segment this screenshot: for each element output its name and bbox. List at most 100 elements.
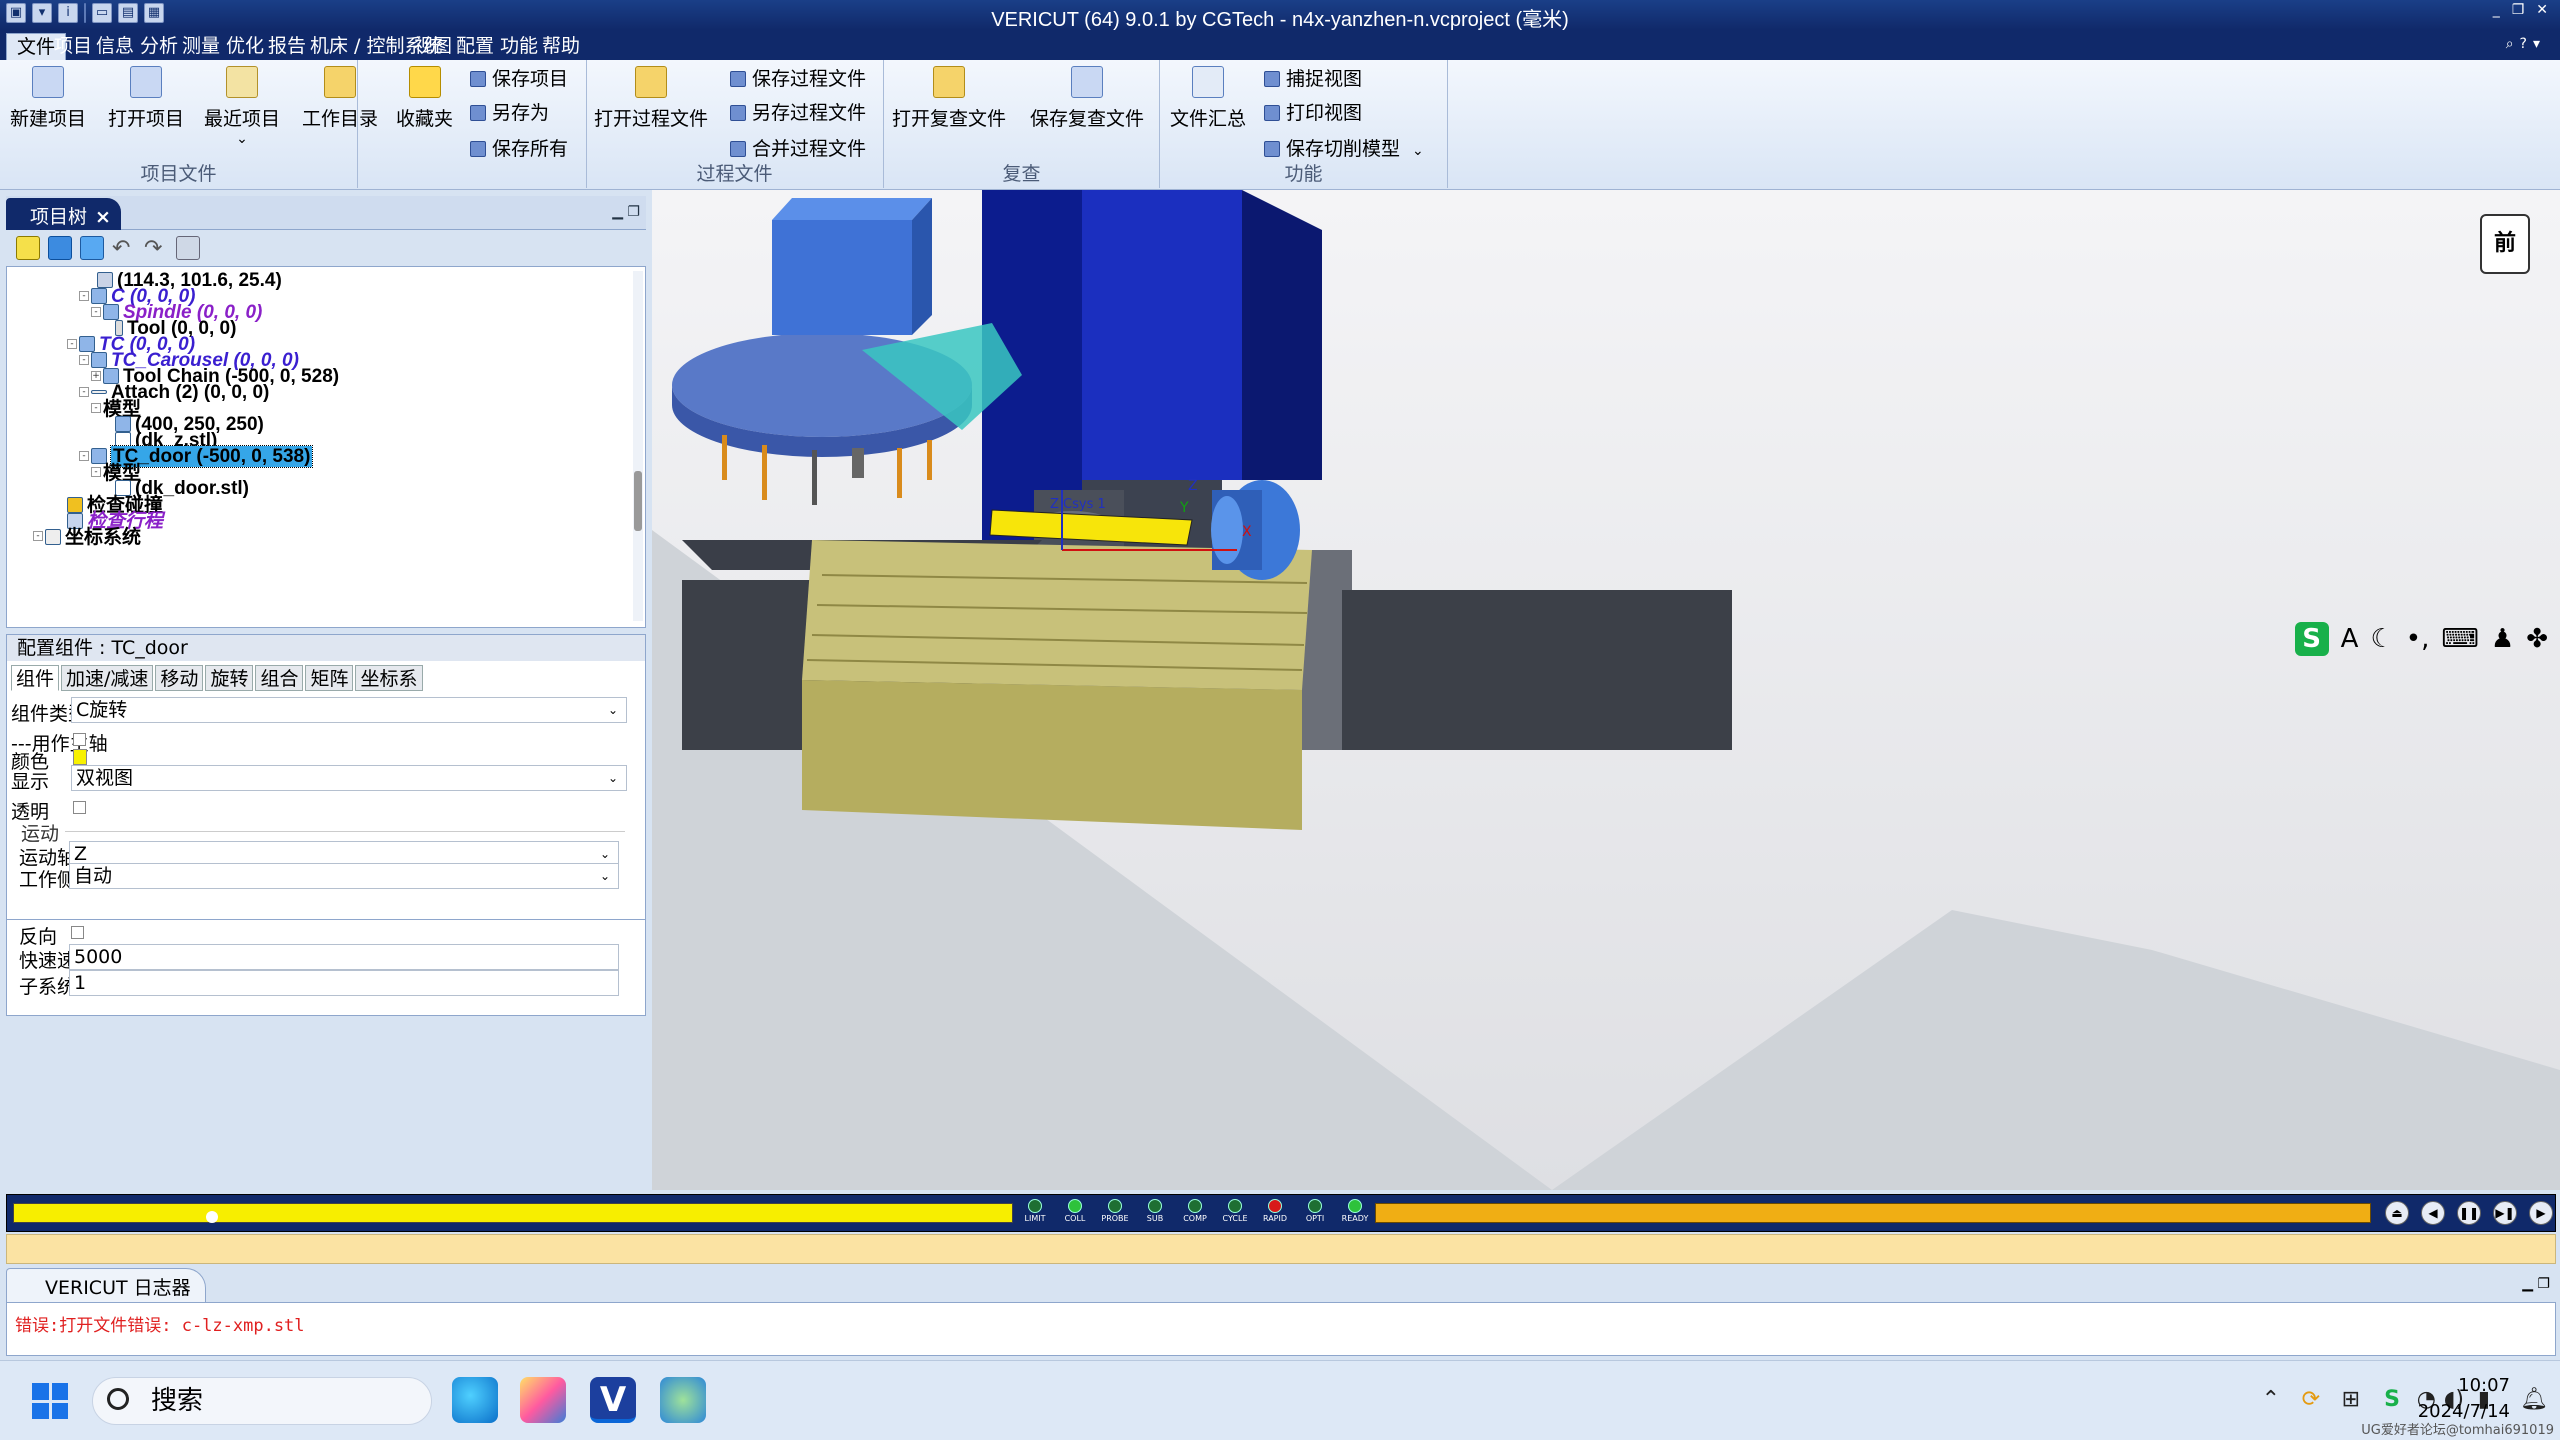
browser-icon[interactable] bbox=[660, 1377, 706, 1423]
undo-icon[interactable]: ↶ bbox=[112, 236, 136, 261]
sync-icon[interactable]: ⟳ bbox=[2302, 1387, 2320, 1412]
redo-icon[interactable]: ↷ bbox=[144, 236, 168, 261]
user-icon[interactable]: ♟ bbox=[2491, 624, 2514, 654]
scrollbar-thumb[interactable] bbox=[634, 471, 642, 531]
file-summary-button[interactable]: 文件汇总 bbox=[1170, 66, 1246, 131]
chevron-up-icon[interactable]: ⌃ bbox=[2262, 1387, 2280, 1412]
save-project-button[interactable]: 保存项目 bbox=[470, 64, 568, 91]
properties-icon[interactable] bbox=[176, 236, 200, 260]
collapse-icon[interactable]: - bbox=[91, 403, 101, 413]
reset-icon[interactable]: ⏏ bbox=[2385, 1201, 2409, 1225]
pause-icon[interactable]: ❚❚ bbox=[2457, 1201, 2481, 1225]
punctuation-icon[interactable]: •, bbox=[2406, 624, 2430, 654]
pencil-icon[interactable] bbox=[16, 236, 40, 260]
collapse-icon[interactable]: - bbox=[91, 467, 101, 477]
log-controls[interactable]: ▁ ❐ bbox=[2522, 1276, 2550, 1292]
restore-icon[interactable]: ❐ bbox=[2512, 2, 2525, 18]
collapse-icon[interactable]: - bbox=[67, 339, 77, 349]
minimize-icon[interactable]: _ bbox=[2493, 2, 2500, 18]
collapse-icon[interactable]: - bbox=[79, 291, 89, 301]
recent-project-button[interactable]: 最近项目 ⌄ bbox=[204, 66, 280, 147]
tree-scrollbar[interactable] bbox=[633, 271, 643, 621]
transparent-checkbox[interactable] bbox=[73, 801, 86, 814]
grid-icon[interactable]: ✤ bbox=[2526, 624, 2548, 654]
favorites-button[interactable]: 收藏夹 bbox=[396, 66, 453, 131]
open-project-button[interactable]: 打开项目 bbox=[108, 66, 184, 131]
vericut-app-icon[interactable]: V bbox=[590, 1377, 636, 1423]
led-icon bbox=[1308, 1199, 1322, 1213]
collapse-icon[interactable]: - bbox=[79, 355, 89, 365]
list-icon[interactable] bbox=[48, 236, 72, 260]
tab-rotate[interactable]: 旋转 bbox=[205, 665, 254, 691]
tab-combine[interactable]: 组合 bbox=[255, 665, 304, 691]
moon-icon[interactable]: ☾ bbox=[2370, 624, 2393, 654]
new-project-button[interactable]: 新建项目 bbox=[10, 66, 86, 131]
close-icon[interactable]: × bbox=[95, 206, 111, 228]
save-all-button[interactable]: 保存所有 bbox=[470, 134, 568, 161]
photos-icon[interactable] bbox=[520, 1377, 566, 1423]
edge-browser-icon[interactable] bbox=[452, 1377, 498, 1423]
sogou-tray-icon[interactable]: S bbox=[2384, 1387, 2400, 1412]
open-review-button[interactable]: 打开复查文件 bbox=[892, 66, 1006, 131]
notification-icon[interactable]: 🔔︎ bbox=[2520, 1387, 2548, 1412]
save-review-button[interactable]: 保存复查文件 bbox=[1030, 66, 1144, 131]
open-process-button[interactable]: 打开过程文件 bbox=[594, 66, 708, 131]
simulation-progress[interactable] bbox=[13, 1203, 1013, 1223]
tab-project-tree[interactable]: 项目树 × bbox=[6, 198, 121, 230]
progress-thumb[interactable] bbox=[206, 1211, 218, 1223]
component-type-select[interactable]: C旋转 ⌄ bbox=[71, 697, 627, 723]
led-label: READY bbox=[1341, 1214, 1369, 1223]
close-icon[interactable]: ✕ bbox=[2536, 2, 2548, 18]
tab-csys[interactable]: 坐标系 bbox=[355, 665, 423, 691]
print-view-button[interactable]: 打印视图 bbox=[1264, 98, 1362, 125]
tc-box-side bbox=[912, 198, 932, 335]
tab-component[interactable]: 组件 bbox=[11, 665, 60, 691]
keyboard-icon[interactable]: ⌨ bbox=[2441, 624, 2479, 654]
menu-help[interactable]: 帮助 bbox=[532, 33, 590, 60]
windows-start-icon[interactable] bbox=[32, 1383, 68, 1419]
collapse-icon[interactable]: - bbox=[79, 451, 89, 461]
save-process-as-button[interactable]: 另存过程文件 bbox=[730, 98, 866, 125]
reverse-checkbox[interactable] bbox=[71, 926, 84, 939]
capture-view-button[interactable]: 捕捉视图 bbox=[1264, 64, 1362, 91]
merge-process-button[interactable]: 合并过程文件 bbox=[730, 134, 866, 161]
play-icon[interactable]: ▶ bbox=[2529, 1201, 2553, 1225]
menu-right-icons[interactable]: ⌕?▾ bbox=[2506, 36, 2546, 52]
subsystem-input[interactable]: 1 bbox=[69, 970, 619, 996]
side-select[interactable]: 自动 ⌄ bbox=[69, 863, 619, 889]
color-swatch[interactable] bbox=[73, 749, 87, 765]
display-select[interactable]: 双视图 ⌄ bbox=[71, 765, 627, 791]
collapse-icon[interactable]: - bbox=[33, 531, 43, 541]
view-cube[interactable]: 前 bbox=[2480, 214, 2530, 274]
save-as-button[interactable]: 另存为 bbox=[470, 98, 549, 125]
tab-move[interactable]: 移动 bbox=[155, 665, 204, 691]
save-cut-model-button[interactable]: 保存切削模型 ⌄ bbox=[1264, 134, 1424, 161]
3d-viewport[interactable]: Z Csys 1 X Y Z 前 S A ☾ •, ⌨ ♟ ✤ bbox=[652, 190, 2560, 1190]
panel-controls[interactable]: ▁ ❐ bbox=[612, 204, 640, 220]
tab-logger[interactable]: VERICUT 日志器 bbox=[6, 1268, 206, 1302]
display-value: 双视图 bbox=[76, 767, 134, 789]
collapse-icon[interactable]: - bbox=[79, 387, 89, 397]
chevron-down-icon[interactable]: ⌄ bbox=[1412, 143, 1424, 159]
tree-view-icon[interactable] bbox=[80, 236, 104, 260]
rapid-input[interactable]: 5000 bbox=[69, 944, 619, 970]
tab-matrix[interactable]: 矩阵 bbox=[305, 665, 354, 691]
expand-icon[interactable]: + bbox=[91, 371, 101, 381]
save-process-button[interactable]: 保存过程文件 bbox=[730, 64, 866, 91]
chuck-face bbox=[1211, 496, 1243, 564]
rewind-icon[interactable]: ◀ bbox=[2421, 1201, 2445, 1225]
collapse-icon[interactable]: - bbox=[91, 307, 101, 317]
led-label: LIMIT bbox=[1024, 1214, 1046, 1223]
clock[interactable]: 10:07 2024/7/14 bbox=[2418, 1373, 2510, 1425]
taskbar-search[interactable]: 搜索 bbox=[92, 1377, 432, 1425]
tab-accel[interactable]: 加速/减速 bbox=[61, 665, 154, 691]
font-icon[interactable]: A bbox=[2341, 624, 2359, 654]
sogou-logo-icon[interactable]: S bbox=[2294, 622, 2329, 656]
animation-speed-bar[interactable] bbox=[1375, 1203, 2371, 1223]
work-dir-button[interactable]: 工作目录 bbox=[302, 66, 378, 131]
ime-icon[interactable]: ⊞ bbox=[2342, 1387, 2360, 1412]
step-icon[interactable]: ▶❚ bbox=[2493, 1201, 2517, 1225]
spindle-checkbox[interactable] bbox=[73, 733, 86, 746]
merge-process-label: 合并过程文件 bbox=[752, 138, 867, 160]
tree-node[interactable]: 坐标系统 bbox=[45, 525, 141, 549]
